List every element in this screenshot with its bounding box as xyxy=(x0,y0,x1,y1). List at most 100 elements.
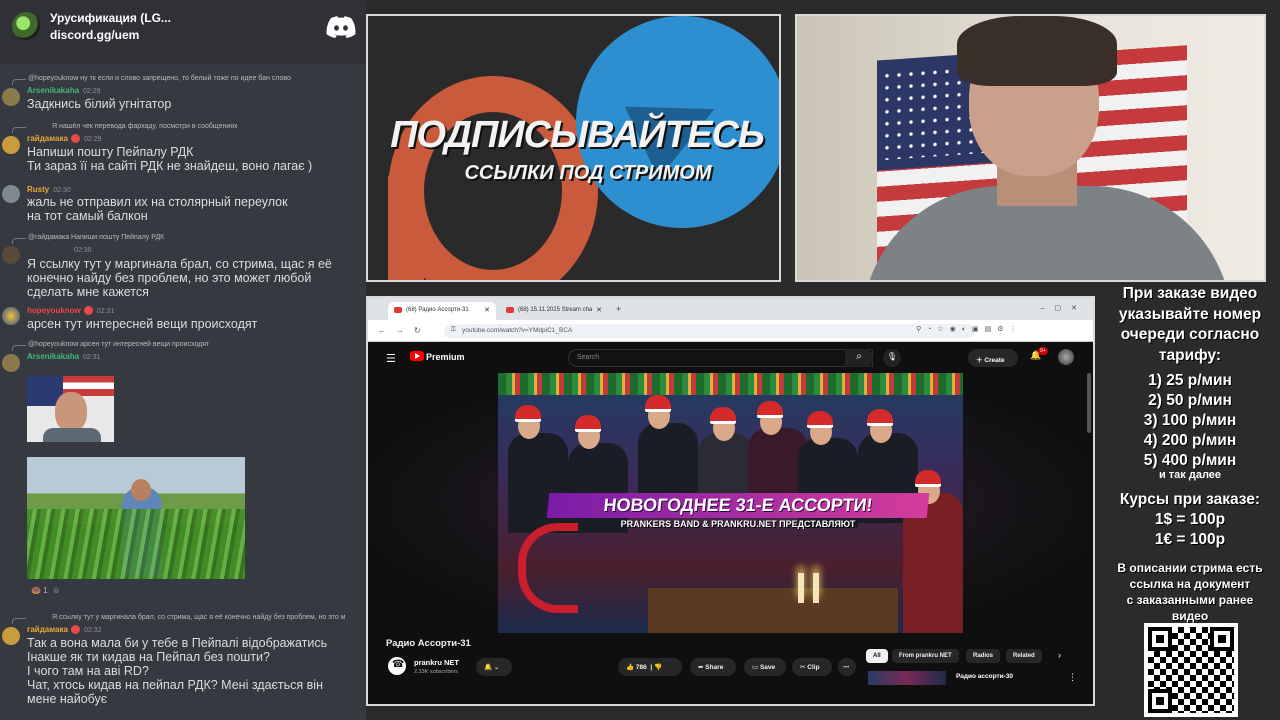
price-etc: и так далее xyxy=(1158,469,1222,481)
video-frame[interactable]: НОВОГОДНЕЕ 31-Е АССОРТИ! PRANKERS BAND &… xyxy=(498,373,963,633)
youtube-favicon-icon xyxy=(506,307,514,313)
chat-image-attachment[interactable] xyxy=(27,376,114,442)
extension-icons[interactable]: ⚲◔☆◉◐▣▤⚙⋮ xyxy=(916,325,1022,333)
lock-icon: ⚿ xyxy=(451,327,456,333)
forward-icon[interactable]: → xyxy=(396,326,404,335)
reaction-bar[interactable]: 🍩 1 ☺ xyxy=(31,586,60,595)
avatar[interactable] xyxy=(2,136,20,154)
back-icon[interactable]: ← xyxy=(378,326,386,335)
avatar[interactable] xyxy=(2,627,20,645)
video-title: Радио Ассорти-31 xyxy=(386,638,471,649)
tab-stream-chat[interactable]: (68) 15.11.2025 Stream cha ✕ xyxy=(500,302,608,320)
related-video-title[interactable]: Радио ассорти-30 xyxy=(956,673,1013,680)
price-tier: 1) 25 р/мин xyxy=(1148,372,1232,389)
search-input[interactable]: Search xyxy=(568,349,873,367)
video-overlay-title: НОВОГОДНЕЕ 31-Е АССОРТИ! xyxy=(546,493,930,518)
message-author[interactable]: 02:30 xyxy=(70,245,92,254)
avatar[interactable] xyxy=(2,246,20,264)
discord-chat-panel: Урусификация (LG... discord.gg/uem @hope… xyxy=(0,0,366,720)
price-tier: 5) 400 р/мин xyxy=(1143,452,1237,469)
account-avatar[interactable] xyxy=(1058,349,1074,365)
save-button[interactable]: ▭ Save xyxy=(744,658,786,676)
reply-preview: Я нашёл чек перевода фархаду, посмотри в… xyxy=(52,123,238,130)
role-badge-icon xyxy=(83,306,93,316)
youtube-logo-icon[interactable] xyxy=(410,351,424,361)
reply-preview: @гайдамака Напиши пошту Пейпалу РДК xyxy=(28,234,165,241)
avatar[interactable] xyxy=(2,185,20,203)
share-button[interactable]: ➦ Share xyxy=(690,658,736,676)
price-tier: 2) 50 р/мин xyxy=(1148,392,1232,409)
chip-related[interactable]: Related xyxy=(1006,649,1042,663)
microphone-icon[interactable]: 🎙 xyxy=(883,349,901,367)
reply-connector xyxy=(12,238,26,244)
subscription-bell-button[interactable]: 🔔 ⌄ xyxy=(476,658,512,676)
reply-preview: @hopeyouknow арсен тут интересней вещи п… xyxy=(28,341,210,348)
youtube-brand[interactable]: Premium xyxy=(426,352,465,362)
webcam-feed xyxy=(795,14,1266,282)
reply-preview: Я ссылку тут у маргинала брал, со стрима… xyxy=(52,614,346,621)
video-overlay-subtitle: PRANKERS BAND & PRANKRU.NET ПРЕДСТАВЛЯЮТ xyxy=(620,519,856,529)
chevron-right-icon[interactable]: › xyxy=(1058,650,1061,660)
chat-header: Урусификация (LG... discord.gg/uem xyxy=(0,0,366,64)
banner-subtitle: ССЫЛКИ ПОД СТРИМОМ xyxy=(464,162,712,184)
message-text: Так а вона мала би у тебе в Пейпалі відо… xyxy=(27,636,328,706)
chip-all[interactable]: All xyxy=(866,649,888,663)
chip-from-channel[interactable]: From prankru NET xyxy=(892,649,959,663)
tab-bar: (68) Радио Ассорти-31 ✕ (68) 15.11.2025 … xyxy=(368,298,1093,320)
message-author[interactable]: гайдамака 02:32 xyxy=(27,625,101,635)
exchange-rate: 1$ = 100р xyxy=(1154,511,1226,528)
new-tab-button[interactable]: + xyxy=(616,304,621,314)
chip-radios[interactable]: Radios xyxy=(966,649,1001,663)
message-author[interactable]: Arsenikakaha 02:31 xyxy=(27,352,101,361)
discord-logo-icon xyxy=(326,16,356,38)
server-invite: discord.gg/uem xyxy=(50,28,140,42)
reply-connector xyxy=(12,345,26,351)
more-actions-icon[interactable]: ⋯ xyxy=(838,658,856,676)
avatar[interactable] xyxy=(2,88,20,106)
order-instructions: При заказе видео указывайте номер очеред… xyxy=(1118,285,1262,364)
avatar[interactable] xyxy=(2,354,20,372)
subscribe-banner: ПОДПИСЫВАЙТЕСЬ ССЫЛКИ ПОД СТРИМОМ xyxy=(366,14,781,282)
reply-connector xyxy=(12,618,26,624)
channel-name[interactable]: prankru NET xyxy=(414,658,459,667)
browser-window: (68) Радио Ассорти-31 ✕ (68) 15.11.2025 … xyxy=(366,296,1095,706)
reply-connector xyxy=(12,127,26,133)
message-text: Задкнись білий угнітатор xyxy=(27,97,172,111)
message-author[interactable]: Arsenikakaha 02:29 xyxy=(27,86,101,95)
related-video-thumbnail[interactable] xyxy=(868,671,946,685)
role-badge-icon xyxy=(70,134,80,144)
server-icon xyxy=(12,12,40,40)
search-icon[interactable]: ⌕ xyxy=(845,349,873,367)
close-tab-icon[interactable]: ✕ xyxy=(596,306,602,314)
exchange-rate: 1€ = 100р xyxy=(1154,531,1226,548)
youtube-header: ☰ Premium Search ⌕ 🎙 ＋ Create 🔔 9+ xyxy=(368,343,1093,373)
avatar[interactable] xyxy=(2,307,20,325)
url-field[interactable]: ⚿ youtube.com/watch?v=YMdpiC1_BCA xyxy=(444,324,974,338)
message-text: жаль не отправил их на столярный переуло… xyxy=(27,195,288,223)
qr-code xyxy=(1144,623,1238,717)
description-note: В описании стрима есть ссылка на докумен… xyxy=(1117,561,1263,623)
tab-youtube-video[interactable]: (68) Радио Ассорти-31 ✕ xyxy=(388,302,496,320)
message-author[interactable]: гайдамака 02:29 xyxy=(27,134,101,144)
message-author[interactable]: hopeyouknow 02:31 xyxy=(27,306,114,316)
chat-image-attachment[interactable] xyxy=(27,457,245,579)
video-info: Радио Ассорти-31 prankru NET 2.33K subsc… xyxy=(368,633,1093,704)
window-controls[interactable]: –▢✕ xyxy=(1041,304,1087,312)
reload-icon[interactable]: ↻ xyxy=(414,326,421,335)
reply-connector xyxy=(12,79,26,85)
price-tier: 4) 200 р/мин xyxy=(1143,432,1237,449)
message-text: Напиши пошту Пейпалу РДК Ти зараз її на … xyxy=(27,145,313,173)
message-author[interactable]: Rusty 02:30 xyxy=(27,185,71,194)
scrollbar[interactable] xyxy=(1087,373,1091,433)
rutube-logo-stem xyxy=(388,176,424,280)
clip-button[interactable]: ✂ Clip xyxy=(792,658,832,676)
close-tab-icon[interactable]: ✕ xyxy=(484,306,490,314)
channel-avatar[interactable] xyxy=(388,657,406,675)
price-tier: 3) 100 р/мин xyxy=(1143,412,1237,429)
create-button[interactable]: ＋ Create xyxy=(968,349,1018,367)
message-text: арсен тут интересней вещи происходят xyxy=(27,317,258,331)
subscriber-count: 2.33K subscribers xyxy=(414,669,459,675)
more-options-icon[interactable]: ⋮ xyxy=(1068,672,1077,683)
menu-icon[interactable]: ☰ xyxy=(386,352,396,365)
like-button[interactable]: 👍 786 | 👎 xyxy=(618,658,682,676)
